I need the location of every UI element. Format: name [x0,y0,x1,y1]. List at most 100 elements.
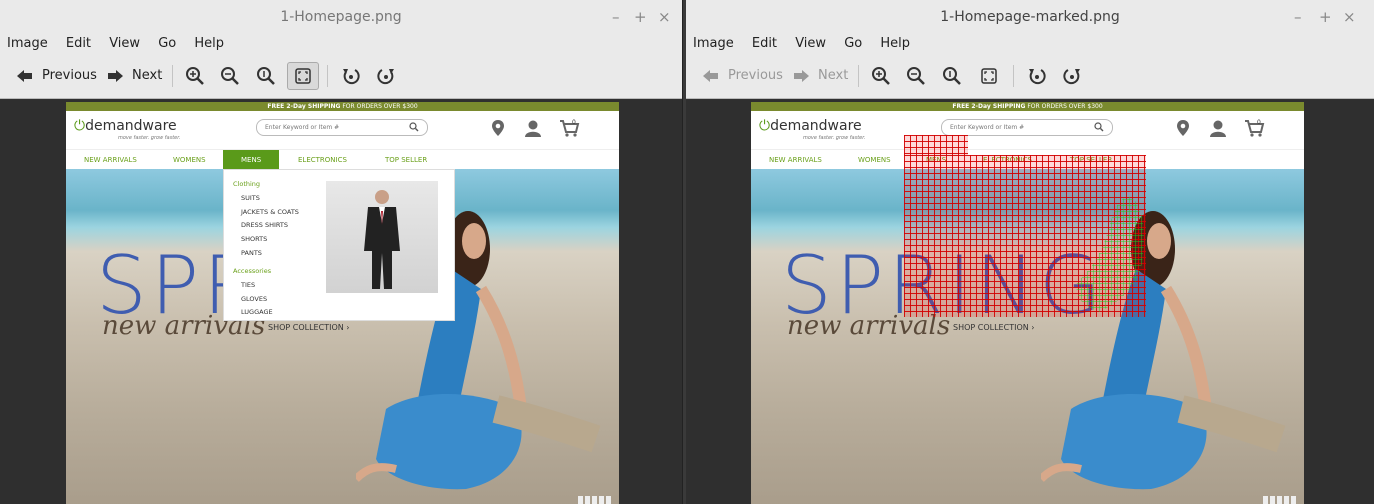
menu-help[interactable]: Help [194,34,224,54]
shop-collection-link[interactable]: SHOP COLLECTION › [953,323,1034,332]
next-label: Next [818,68,849,83]
promo-banner: FREE 2-Day SHIPPING FOR ORDERS OVER $300 [751,102,1304,111]
menu-image[interactable]: Image [693,34,734,54]
image-canvas[interactable]: FREE 2-Day SHIPPING FOR ORDERS OVER $300… [0,99,682,504]
cart-icon [560,120,580,137]
menu-view[interactable]: View [109,34,140,54]
zoom-out-button[interactable] [906,62,926,90]
rotate-left-icon [1029,69,1046,85]
account-icon [1210,120,1226,137]
menu-item[interactable]: GLOVES [241,295,267,303]
window-title: 1-Homepage.png [280,9,402,25]
search-box: Enter Keyword or Item # [256,119,428,136]
site-logo: ⏻demandware [759,118,862,134]
rotate-right-button[interactable] [376,62,396,90]
toolbar: Previous Next [0,54,682,99]
nav-mens[interactable]: MENS [223,150,280,170]
menu-item[interactable]: LUGGAGE [241,308,273,316]
zoom-normal-button[interactable] [942,62,962,90]
best-fit-button[interactable] [977,62,1001,90]
next-button[interactable]: Next [792,62,848,90]
next-label: Next [132,68,163,83]
fit-window-icon [981,68,997,84]
previous-label: Previous [42,68,97,83]
toolbar-separator [327,65,328,87]
next-button[interactable]: Next [106,62,162,90]
rotate-right-button[interactable] [1062,62,1082,90]
menu-go[interactable]: Go [844,34,862,54]
zoom-in-button[interactable] [871,62,891,90]
zoom-out-icon [907,67,925,85]
cart-count: 0 [572,119,576,126]
menu-image[interactable]: Image [7,34,48,54]
site-header: ⏻demandware move faster. grow faster. En… [66,111,619,149]
menubar: Image Edit View Go Help [686,34,1374,54]
shop-collection-link[interactable]: SHOP COLLECTION › [268,323,349,332]
menu-edit[interactable]: Edit [66,34,91,54]
rotate-left-button[interactable] [341,62,361,90]
carousel-dots[interactable] [1263,496,1296,504]
menu-edit[interactable]: Edit [752,34,777,54]
minimize-icon[interactable]: – [612,0,620,34]
best-fit-button[interactable] [287,62,319,90]
zoom-in-icon [186,67,204,85]
menu-category-clothing[interactable]: Clothing [233,180,260,188]
arrow-right-icon [794,70,809,82]
menu-item[interactable]: PANTS [241,249,262,257]
carousel-dots[interactable] [578,496,611,504]
nav-top-seller[interactable]: TOP SELLER [385,150,427,170]
menu-item[interactable]: DRESS SHIRTS [241,221,288,229]
nav-womens[interactable]: WOMENS [173,150,206,170]
nav-new-arrivals[interactable]: NEW ARRIVALS [84,150,137,170]
zoom-normal-button[interactable] [256,62,276,90]
menu-item[interactable]: SHORTS [241,235,267,243]
arrow-left-icon [703,70,718,82]
menu-view[interactable]: View [795,34,826,54]
suit-model-image [364,190,400,289]
search-icon [1094,122,1104,132]
cart-count: 0 [1257,119,1261,126]
titlebar[interactable]: 1-Homepage-marked.png – + × [686,0,1374,34]
image-viewer-window-2: 1-Homepage-marked.png – + × Image Edit V… [686,0,1374,504]
previous-label: Previous [728,68,783,83]
search-icon [409,122,419,132]
nav-womens[interactable]: WOMENS [858,150,891,170]
maximize-icon[interactable]: + [1319,0,1332,34]
window-title: 1-Homepage-marked.png [940,9,1120,25]
mens-suit-photo[interactable] [326,181,438,293]
nav-electronics[interactable]: ELECTRONICS [298,150,347,170]
zoom-out-button[interactable] [220,62,240,90]
menu-item[interactable]: SUITS [241,194,260,202]
zoom-in-button[interactable] [185,62,205,90]
zoom-normal-icon [257,67,275,85]
menu-go[interactable]: Go [158,34,176,54]
logo-text: demandware [85,118,177,134]
previous-button[interactable]: Previous [16,62,97,90]
rotate-left-icon [343,69,360,85]
previous-button[interactable]: Previous [702,62,783,90]
minimize-icon[interactable]: – [1294,0,1302,34]
promo-banner: FREE 2-Day SHIPPING FOR ORDERS OVER $300 [66,102,619,111]
menu-item[interactable]: JACKETS & COATS [241,208,299,216]
close-icon[interactable]: × [658,0,671,34]
search-placeholder: Enter Keyword or Item # [950,124,1025,131]
menu-item[interactable]: TIES [241,281,255,289]
search-placeholder: Enter Keyword or Item # [265,124,340,131]
maximize-icon[interactable]: + [634,0,647,34]
rotate-left-button[interactable] [1027,62,1047,90]
rotate-right-icon [377,69,394,85]
toolbar-separator [172,65,173,87]
menu-help[interactable]: Help [880,34,910,54]
account-icon [525,120,541,137]
promo-text: FOR ORDERS OVER $300 [1025,103,1103,110]
image-canvas[interactable]: FREE 2-Day SHIPPING FOR ORDERS OVER $300… [686,99,1374,504]
close-icon[interactable]: × [1343,0,1356,34]
image-viewer-window-1: 1-Homepage.png – + × Image Edit View Go … [0,0,683,504]
nav-new-arrivals[interactable]: NEW ARRIVALS [769,150,822,170]
power-icon: ⏻ [74,118,86,134]
menu-category-accessories[interactable]: Accessories [233,267,271,275]
rotate-right-icon [1063,69,1080,85]
titlebar[interactable]: 1-Homepage.png – + × [0,0,682,34]
website-screenshot: FREE 2-Day SHIPPING FOR ORDERS OVER $300… [66,102,619,504]
marked-region-grid [904,135,968,155]
